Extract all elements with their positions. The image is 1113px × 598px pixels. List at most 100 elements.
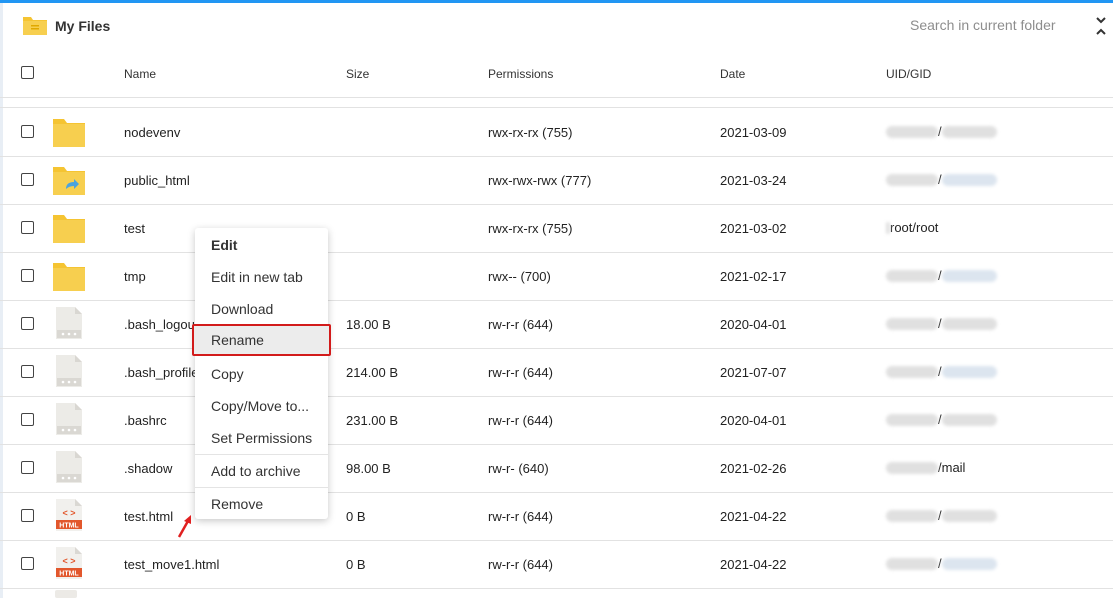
redacted-owner [886, 365, 938, 378]
file-name[interactable]: test_move1.html [124, 557, 219, 572]
file-size: 0 B [346, 509, 366, 524]
row-checkbox[interactable] [21, 317, 34, 330]
table-row[interactable]: .bashrc 231.00 B rw-r-r (644) 2020-04-01 / [0, 396, 1113, 445]
file-permissions: rw-r-r (644) [488, 317, 553, 332]
partial-file-icon [55, 590, 77, 598]
redacted-owner [886, 125, 938, 138]
table-row[interactable]: < > HTML test.html 0 B rw-r-r (644) 2021-04-2… [0, 492, 1113, 541]
menu-item-edit-in-new-tab[interactable]: Edit in new tab [195, 261, 328, 291]
redacted-owner [886, 221, 890, 234]
file-permissions: rw-r-r (644) [488, 365, 553, 380]
file-permissions: rwx-rx-rx (755) [488, 221, 573, 236]
column-date-header[interactable]: Date [720, 67, 745, 81]
redacted-group [941, 413, 997, 426]
redacted-owner [886, 509, 938, 522]
file-permissions: rw-r- (640) [488, 461, 549, 476]
file-size: 0 B [346, 557, 366, 572]
redacted-group [941, 365, 997, 378]
file-size: 18.00 B [346, 317, 391, 332]
file-owner: / [886, 172, 997, 187]
column-name-header[interactable]: Name [124, 67, 156, 81]
file-name[interactable]: public_html [124, 173, 190, 188]
file-name[interactable]: nodevenv [124, 125, 180, 140]
redacted-group [941, 557, 997, 570]
file-date: 2021-04-22 [720, 509, 787, 524]
file-owner: / [886, 268, 997, 283]
select-all-checkbox[interactable] [21, 66, 34, 79]
folder-icon [52, 212, 86, 244]
file-size: 214.00 B [346, 365, 399, 380]
row-checkbox[interactable] [21, 365, 34, 378]
menu-item-add-to-archive[interactable]: Add to archive [195, 455, 328, 485]
file-date: 2021-03-24 [720, 173, 787, 188]
file-name[interactable]: .bashrc [124, 413, 167, 428]
folder-icon [52, 260, 86, 292]
file-owner: / [886, 412, 997, 427]
row-checkbox[interactable] [21, 413, 34, 426]
menu-item-rename[interactable]: Rename [192, 324, 331, 356]
redacted-owner [886, 461, 938, 474]
row-checkbox[interactable] [21, 173, 34, 186]
file-manager-header: My Files Search in current folder [0, 3, 1113, 49]
table-row[interactable]: nodevenv rwx-rx-rx (755) 2021-03-09 / [0, 108, 1113, 157]
table-row[interactable]: public_html rwx-rwx-rwx (777) 2021-03-24 / [0, 156, 1113, 205]
file-icon [52, 450, 86, 483]
row-checkbox[interactable] [21, 221, 34, 234]
file-date: 2021-03-09 [720, 125, 787, 140]
table-row[interactable]: .bash_profile 214.00 B rw-r-r (644) 2021-07… [0, 348, 1113, 397]
svg-text:< >: < > [62, 556, 75, 566]
page-title: My Files [55, 18, 111, 34]
table-row[interactable]: .bash_logout 18.00 B rw-r-r (644) 2020-04-0… [0, 300, 1113, 349]
svg-text:HTML: HTML [59, 523, 79, 530]
row-checkbox[interactable] [21, 269, 34, 282]
redacted-owner [886, 557, 938, 570]
column-permissions-header[interactable]: Permissions [488, 67, 553, 81]
file-date: 2021-04-22 [720, 557, 787, 572]
redacted-owner [886, 269, 938, 282]
table-header: Name Size Permissions Date UID/GID [0, 49, 1113, 98]
table-row[interactable]: test rwx-rx-rx (755) 2021-03-02 root/root [0, 204, 1113, 253]
column-uidgid-header[interactable]: UID/GID [886, 67, 931, 81]
file-name[interactable]: test [124, 221, 145, 236]
file-icon [52, 354, 86, 387]
file-permissions: rwx-- (700) [488, 269, 551, 284]
file-name[interactable]: .bash_logout [124, 317, 198, 332]
menu-item-copy-move[interactable]: Copy/Move to... [195, 390, 328, 420]
redacted-group [941, 269, 997, 282]
file-date: 2020-04-01 [720, 413, 787, 428]
file-date: 2021-02-17 [720, 269, 787, 284]
file-owner: root/root [886, 220, 938, 235]
file-owner: /mail [886, 460, 965, 475]
table-row[interactable]: < > HTML test_move1.html 0 B rw-r-r (644) 202… [0, 540, 1113, 589]
file-permissions: rwx-rwx-rwx (777) [488, 173, 592, 188]
file-date: 2021-03-02 [720, 221, 787, 236]
redacted-owner [886, 173, 938, 186]
owner-text: root/root [890, 220, 939, 235]
pointer-arrow-icon [177, 515, 191, 538]
table-row[interactable]: tmp rwx-- (700) 2021-02-17 / [0, 252, 1113, 301]
file-name[interactable]: .bash_profile [124, 365, 198, 380]
file-name[interactable]: .shadow [124, 461, 172, 476]
file-name[interactable]: tmp [124, 269, 146, 284]
file-name[interactable]: test.html [124, 509, 173, 524]
menu-item-edit[interactable]: Edit [195, 229, 328, 259]
html-file-icon: < > HTML [52, 546, 86, 579]
html-file-icon: < > HTML [52, 498, 86, 531]
table-row[interactable]: .shadow 98.00 B rw-r- (640) 2021-02-26/mail [0, 444, 1113, 493]
context-menu: Edit Edit in new tab Download Copy Copy/… [195, 228, 328, 519]
file-icon [52, 402, 86, 435]
search-input[interactable]: Search in current folder [910, 17, 1056, 33]
row-checkbox[interactable] [21, 125, 34, 138]
menu-item-copy[interactable]: Copy [195, 358, 328, 388]
menu-item-set-permissions[interactable]: Set Permissions [195, 422, 328, 452]
row-checkbox[interactable] [21, 461, 34, 474]
file-owner: / [886, 556, 997, 571]
menu-item-remove[interactable]: Remove [195, 488, 328, 518]
collapse-icon[interactable] [1095, 16, 1107, 36]
menu-item-download[interactable]: Download [195, 293, 328, 323]
row-checkbox[interactable] [21, 509, 34, 522]
owner-text: /mail [938, 460, 966, 475]
file-permissions: rw-r-r (644) [488, 509, 553, 524]
row-checkbox[interactable] [21, 557, 34, 570]
column-size-header[interactable]: Size [346, 67, 369, 81]
